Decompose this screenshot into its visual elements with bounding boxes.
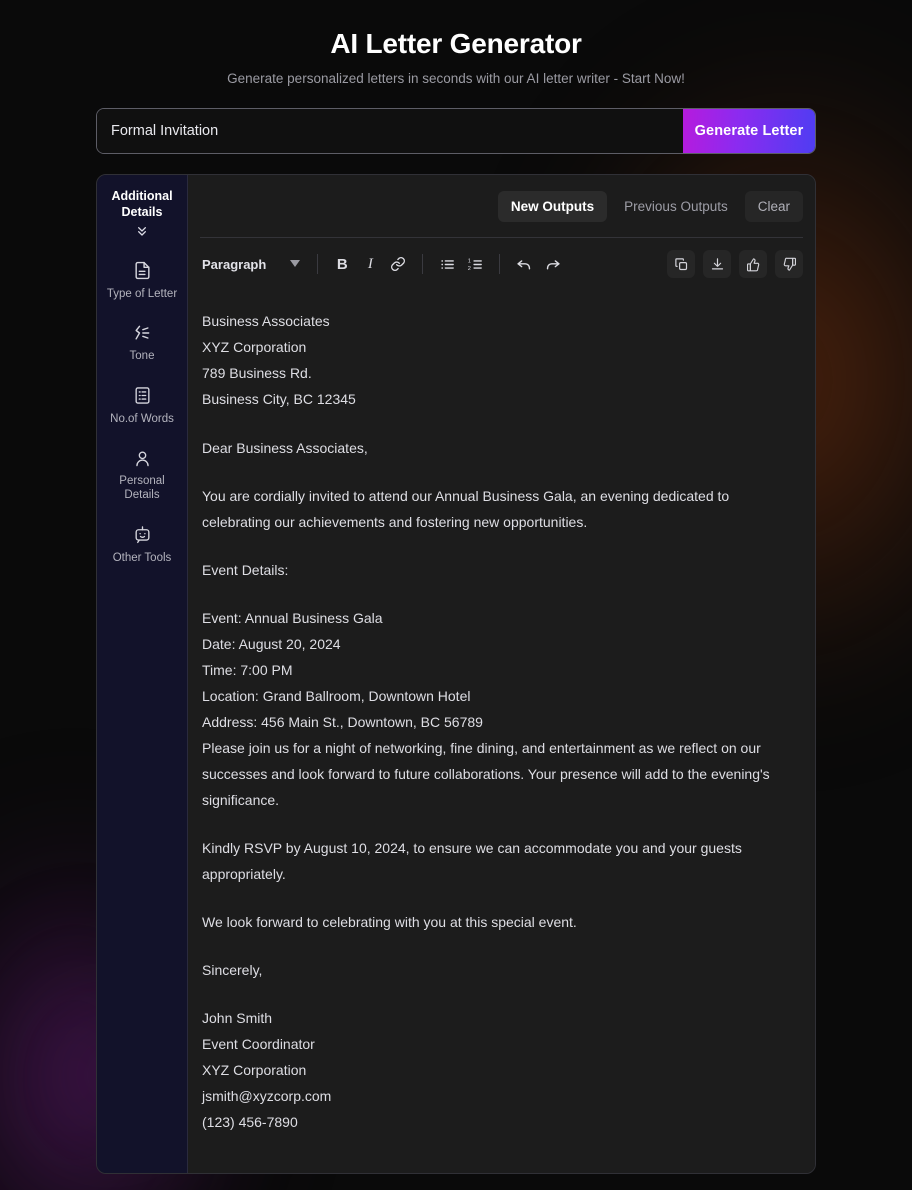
sidebar-item-personal-details[interactable]: Personal Details: [97, 448, 187, 503]
toolbar-separator: [499, 254, 501, 275]
letter-paragraph: Event Details:: [202, 557, 789, 583]
tab-new-outputs[interactable]: New Outputs: [497, 190, 608, 222]
sidebar: Additional Details Type of Letter Tone N…: [97, 175, 188, 1174]
letter-line: Event Details:: [202, 561, 289, 578]
bot-icon: [133, 525, 152, 545]
letter-line: John Smith: [202, 1010, 273, 1027]
letter-line: Location: Grand Ballroom, Downtown Hotel: [202, 687, 471, 704]
sidebar-item-label: Other Tools: [112, 551, 172, 564]
tone-voice-icon: [132, 323, 152, 343]
sidebar-heading-line-1: Additional: [111, 189, 173, 204]
thumbs-down-icon[interactable]: [775, 250, 803, 279]
toolbar-separator: [317, 254, 319, 275]
letter-paragraph: Event: Annual Business Gala Date: August …: [202, 605, 789, 813]
letter-paragraph: You are cordially invited to attend our …: [202, 483, 789, 535]
download-icon[interactable]: [703, 250, 731, 279]
toolbar-separator: [422, 254, 424, 275]
list-checks-icon: [133, 386, 152, 406]
letter-line: You are cordially invited to attend our …: [202, 487, 734, 530]
tab-previous-outputs[interactable]: Previous Outputs: [611, 191, 741, 222]
letter-line: Event Coordinator: [202, 1036, 315, 1053]
format-toolbar: Paragraph B I 1 2: [188, 238, 815, 290]
list-bullet-icon[interactable]: [434, 251, 460, 277]
generate-letter-button[interactable]: Generate Letter: [683, 109, 815, 154]
chevrons-down-icon[interactable]: [134, 223, 150, 239]
editor-content: New Outputs Previous Outputs Clear Parag…: [188, 175, 815, 1174]
page-root: AI Letter Generator Generate personalize…: [0, 0, 912, 1190]
letter-paragraph: We look forward to celebrating with you …: [202, 909, 789, 935]
letter-line: XYZ Corporation: [202, 339, 307, 356]
letter-line: Dear Business Associates,: [202, 439, 368, 456]
letter-paragraph: Kindly RSVP by August 10, 2024, to ensur…: [202, 835, 789, 887]
letter-line: Sincerely,: [202, 961, 263, 978]
thumbs-up-icon[interactable]: [739, 250, 767, 279]
page-header: AI Letter Generator Generate personalize…: [0, 0, 912, 86]
letter-line: (123) 456-7890: [202, 1114, 298, 1131]
undo-icon[interactable]: [511, 251, 537, 277]
letter-line: Kindly RSVP by August 10, 2024, to ensur…: [202, 839, 746, 882]
prompt-input[interactable]: [97, 109, 683, 154]
page-title: AI Letter Generator: [330, 28, 582, 59]
file-text-icon: [133, 261, 152, 281]
svg-text:2: 2: [468, 266, 471, 272]
outputs-tabbar: New Outputs Previous Outputs Clear: [188, 175, 815, 237]
sidebar-heading-line-2: Details: [121, 204, 163, 219]
letter-line: jsmith@xyzcorp.com: [202, 1088, 332, 1105]
block-format-label: Paragraph: [202, 256, 267, 272]
letter-line: Time: 7:00 PM: [202, 661, 293, 678]
letter-paragraph: Business Associates XYZ Corporation 789 Bu…: [202, 308, 789, 412]
sidebar-item-label: Tone: [129, 350, 155, 363]
editor-panel: Additional Details Type of Letter Tone N…: [96, 174, 816, 1175]
letter-line: XYZ Corporation: [202, 1062, 307, 1079]
letter-line: Address: 456 Main St., Downtown, BC 5678…: [202, 713, 483, 730]
list-numbered-icon[interactable]: 1 2: [462, 251, 488, 277]
copy-icon[interactable]: [667, 250, 695, 279]
letter-line: Event: Annual Business Gala: [202, 609, 383, 626]
letter-paragraph: Dear Business Associates,: [202, 435, 789, 461]
sidebar-item-tone[interactable]: Tone: [97, 323, 187, 363]
clear-button[interactable]: Clear: [744, 190, 803, 222]
block-format-select[interactable]: Paragraph: [200, 252, 306, 277]
sidebar-item-type-of-letter[interactable]: Type of Letter: [97, 261, 187, 301]
sidebar-item-label: Personal Details: [119, 475, 165, 502]
user-icon: [133, 448, 152, 468]
sidebar-heading: Additional Details: [105, 189, 178, 220]
bold-button[interactable]: B: [329, 251, 355, 277]
letter-body[interactable]: Business Associates XYZ Corporation 789 Bu…: [188, 290, 815, 1173]
link-icon[interactable]: [385, 251, 411, 277]
letter-line: We look forward to celebrating with you …: [202, 913, 577, 930]
chevron-down-icon: [290, 259, 301, 269]
sidebar-item-other-tools[interactable]: Other Tools: [97, 525, 187, 565]
svg-text:1: 1: [468, 259, 471, 265]
italic-button[interactable]: I: [357, 251, 383, 277]
page-subtitle: Generate personalized letters in seconds…: [227, 71, 685, 87]
sidebar-item-label: Type of Letter: [106, 287, 178, 300]
letter-line: 789 Business Rd.: [202, 365, 312, 382]
letter-line: Business Associates: [202, 313, 330, 330]
sidebar-item-label: No.of Words: [110, 412, 174, 425]
redo-icon[interactable]: [539, 251, 565, 277]
letter-line: Business City, BC 12345: [202, 391, 356, 408]
sidebar-item-no-of-words[interactable]: No.of Words: [97, 386, 187, 426]
letter-paragraph: Sincerely,: [202, 957, 789, 983]
prompt-bar: Generate Letter: [96, 108, 816, 155]
letter-line: Please join us for a night of networking…: [202, 739, 774, 808]
letter-paragraph: John Smith Event Coordinator XYZ Corporati…: [202, 1005, 789, 1135]
letter-line: Date: August 20, 2024: [202, 635, 341, 652]
